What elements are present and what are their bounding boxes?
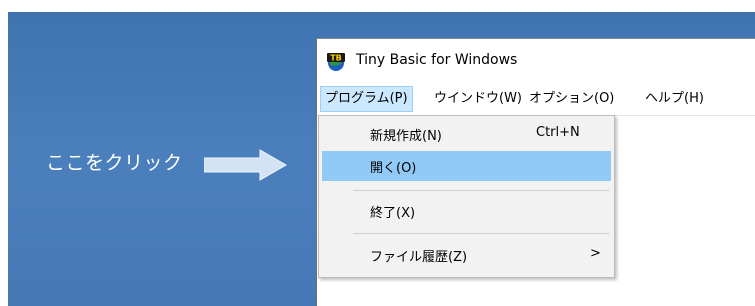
window-title: Tiny Basic for Windows (356, 52, 518, 68)
click-here-callout: ここをクリック (46, 152, 183, 174)
menu-item-file-history-label: ファイル履歴(Z) (370, 250, 468, 265)
menu-help[interactable]: ヘルプ(H) (641, 86, 708, 112)
menu-item-new[interactable]: 新規作成(N) Ctrl+N (322, 119, 611, 149)
menu-item-exit[interactable]: 終了(X) (322, 196, 611, 226)
menu-window[interactable]: ウインドウ(W) (430, 86, 526, 112)
menu-bar: プログラム(P) ウインドウ(W) オプション(O) ヘルプ(H) (317, 83, 755, 115)
menu-item-new-label: 新規作成(N) (370, 129, 442, 144)
right-arrow-icon (204, 149, 288, 181)
menu-item-open[interactable]: 開く(O) (322, 151, 611, 181)
program-dropdown-menu: 新規作成(N) Ctrl+N 開く(O) 終了(X) ファイル履歴(Z) > (318, 115, 615, 278)
screenshot-canvas: ここをクリック TB Tiny Basic for Windows プログラム(… (0, 0, 755, 306)
menu-item-new-shortcut: Ctrl+N (536, 125, 580, 140)
submenu-chevron-icon: > (590, 246, 601, 261)
menu-separator (353, 233, 609, 234)
menu-separator (353, 190, 609, 191)
tiny-basic-app-icon: TB (327, 53, 345, 71)
menu-item-open-label: 開く(O) (370, 161, 417, 176)
title-bar[interactable]: TB Tiny Basic for Windows (317, 39, 755, 83)
menu-options[interactable]: オプション(O) (525, 86, 618, 112)
menu-item-file-history[interactable]: ファイル履歴(Z) > (322, 240, 611, 270)
menu-program[interactable]: プログラム(P) (320, 86, 413, 112)
menu-item-exit-label: 終了(X) (370, 206, 416, 221)
app-icon-text: TB (330, 54, 342, 63)
